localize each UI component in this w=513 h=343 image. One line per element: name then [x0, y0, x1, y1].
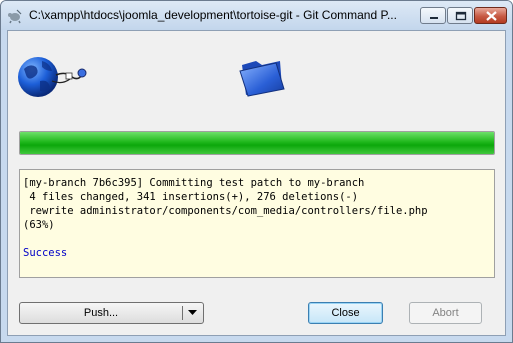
close-window-button[interactable]: [474, 7, 507, 24]
progress-bar-fill: [20, 132, 494, 154]
minimize-icon: [430, 17, 438, 19]
status-text: Success: [23, 247, 68, 259]
close-icon: [486, 11, 497, 21]
split-divider: [182, 306, 183, 320]
progress-bar: [19, 131, 495, 155]
log-line: (63%): [23, 219, 55, 231]
window-title: C:\xampp\htdocs\joomla_development\torto…: [29, 8, 397, 22]
log-line: rewrite administrator/components/com_med…: [23, 205, 428, 217]
log-spacer: [23, 232, 491, 246]
output-log[interactable]: [my-branch 7b6c395] Committing test patc…: [19, 169, 495, 278]
title-bar[interactable]: C:\xampp\htdocs\joomla_development\torto…: [1, 1, 512, 30]
log-line: [my-branch 7b6c395] Committing test patc…: [23, 177, 365, 189]
push-split-button[interactable]: Push...: [19, 302, 204, 324]
git-command-progress-window: C:\xampp\htdocs\joomla_development\torto…: [0, 0, 513, 343]
tortoisegit-icon: [8, 9, 22, 24]
push-button-label: Push...: [83, 307, 119, 319]
minimize-button[interactable]: [420, 7, 446, 24]
dialog-client-area: [my-branch 7b6c395] Committing test patc…: [7, 30, 506, 336]
close-button[interactable]: Close: [308, 302, 383, 324]
maximize-icon: [455, 11, 467, 21]
folder-icon: [239, 61, 285, 97]
log-line: 4 files changed, 341 insertions(+), 276 …: [23, 191, 359, 203]
abort-button[interactable]: Abort: [409, 302, 482, 324]
maximize-button[interactable]: [447, 7, 473, 24]
chevron-down-icon[interactable]: [188, 310, 197, 316]
globe-network-icon: [18, 57, 87, 97]
